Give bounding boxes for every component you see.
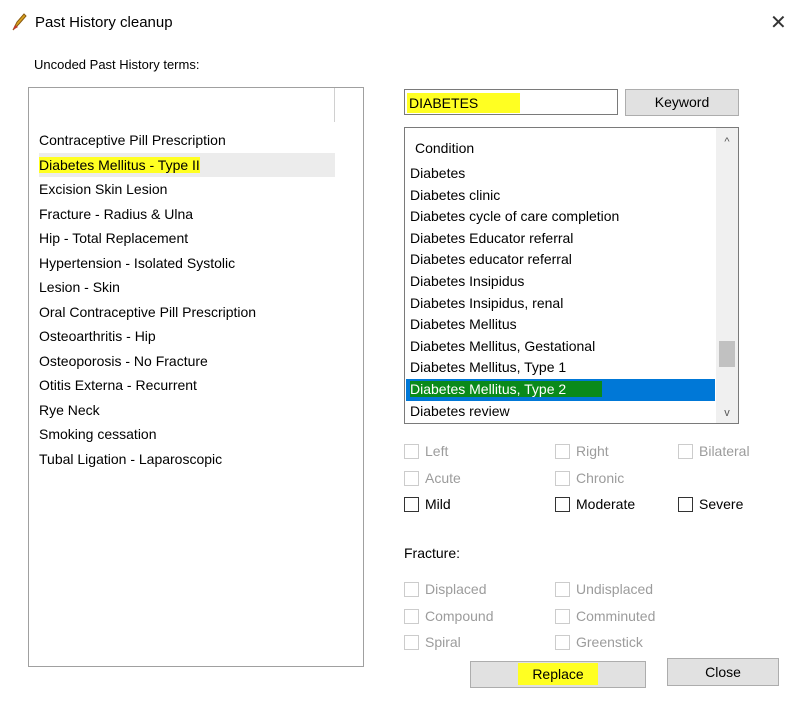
- acute-checkbox[interactable]: Acute: [404, 468, 461, 488]
- close-icon[interactable]: ✕: [770, 10, 787, 34]
- list-item[interactable]: Diabetes review: [406, 401, 715, 423]
- condition-header: Condition: [415, 140, 475, 156]
- list-item[interactable]: Diabetes cycle of care completion: [406, 206, 715, 228]
- list-item[interactable]: Contraceptive Pill Prescription: [39, 128, 335, 153]
- checkbox-box: [404, 582, 419, 597]
- list-item[interactable]: Smoking cessation: [39, 422, 335, 447]
- search-input[interactable]: DIABETES: [404, 89, 618, 115]
- list-divider: [334, 88, 335, 122]
- left-checkbox[interactable]: Left: [404, 441, 448, 461]
- list-item[interactable]: Otitis Externa - Recurrent: [39, 373, 335, 398]
- list-item[interactable]: Diabetes Mellitus, Type 1: [406, 357, 715, 379]
- list-item[interactable]: Rye Neck: [39, 398, 335, 423]
- undisplaced-checkbox[interactable]: Undisplaced: [555, 579, 653, 599]
- moderate-checkbox[interactable]: Moderate: [555, 494, 635, 514]
- list-item-selected[interactable]: Diabetes Mellitus - Type II: [39, 152, 335, 177]
- uncoded-terms-list[interactable]: Contraceptive Pill Prescription Diabetes…: [28, 87, 364, 667]
- close-button[interactable]: Close: [667, 658, 779, 686]
- checkbox-box: [555, 497, 570, 512]
- list-item[interactable]: Oral Contraceptive Pill Prescription: [39, 300, 335, 325]
- list-item[interactable]: Hip - Total Replacement: [39, 226, 335, 251]
- keyword-button[interactable]: Keyword: [625, 89, 739, 116]
- list-item[interactable]: Diabetes Insipidus, renal: [406, 293, 715, 315]
- list-item[interactable]: Osteoarthritis - Hip: [39, 324, 335, 349]
- list-item[interactable]: Fracture - Radius & Ulna: [39, 202, 335, 227]
- list-item[interactable]: Excision Skin Lesion: [39, 177, 335, 202]
- list-item[interactable]: Osteoporosis - No Fracture: [39, 349, 335, 374]
- highlighted-term: Diabetes Mellitus - Type II: [39, 156, 200, 173]
- list-item[interactable]: Diabetes Educator referral: [406, 228, 715, 250]
- fracture-label: Fracture:: [404, 545, 461, 561]
- spiral-checkbox[interactable]: Spiral: [404, 632, 461, 652]
- scroll-thumb[interactable]: [719, 341, 735, 367]
- checkbox-box: [678, 497, 693, 512]
- list-item[interactable]: Diabetes educator referral: [406, 249, 715, 271]
- list-item[interactable]: Tubal Ligation - Laparoscopic: [39, 447, 335, 472]
- severe-checkbox[interactable]: Severe: [678, 494, 743, 514]
- checkbox-box: [404, 609, 419, 624]
- list-item-selected[interactable]: Diabetes Mellitus, Type 2: [406, 378, 715, 401]
- list-item[interactable]: Diabetes: [406, 163, 715, 185]
- checkbox-box: [404, 444, 419, 459]
- chronic-checkbox[interactable]: Chronic: [555, 468, 624, 488]
- replace-button[interactable]: Replace: [470, 661, 646, 688]
- list-item[interactable]: Hypertension - Isolated Systolic: [39, 251, 335, 276]
- comminuted-checkbox[interactable]: Comminuted: [555, 606, 655, 626]
- bilateral-checkbox[interactable]: Bilateral: [678, 441, 750, 461]
- checkbox-box: [555, 635, 570, 650]
- displaced-checkbox[interactable]: Displaced: [404, 579, 486, 599]
- scroll-up-icon[interactable]: ^: [716, 136, 738, 148]
- checkbox-box: [678, 444, 693, 459]
- list-item[interactable]: Diabetes Mellitus: [406, 314, 715, 336]
- pen-nib-icon: [10, 12, 28, 32]
- greenstick-checkbox[interactable]: Greenstick: [555, 632, 643, 652]
- checkbox-box: [555, 582, 570, 597]
- checkbox-box: [555, 609, 570, 624]
- window-title: Past History cleanup: [35, 14, 173, 31]
- uncoded-terms-label: Uncoded Past History terms:: [34, 57, 200, 72]
- list-item[interactable]: Diabetes clinic: [406, 185, 715, 207]
- checkbox-box: [404, 497, 419, 512]
- vertical-scrollbar[interactable]: ^ v: [716, 128, 738, 423]
- checkbox-box: [555, 444, 570, 459]
- scroll-down-icon[interactable]: v: [716, 407, 738, 419]
- list-item[interactable]: Lesion - Skin: [39, 275, 335, 300]
- list-item[interactable]: Diabetes Insipidus: [406, 271, 715, 293]
- checkbox-box: [404, 471, 419, 486]
- checkbox-box: [404, 635, 419, 650]
- condition-list[interactable]: Condition Diabetes Diabetes clinic Diabe…: [404, 127, 739, 424]
- right-checkbox[interactable]: Right: [555, 441, 609, 461]
- checkbox-box: [555, 471, 570, 486]
- mild-checkbox[interactable]: Mild: [404, 494, 451, 514]
- compound-checkbox[interactable]: Compound: [404, 606, 494, 626]
- list-item[interactable]: Diabetes Mellitus, Gestational: [406, 336, 715, 358]
- replace-button-label: Replace: [518, 663, 598, 685]
- search-input-value: DIABETES: [407, 93, 521, 113]
